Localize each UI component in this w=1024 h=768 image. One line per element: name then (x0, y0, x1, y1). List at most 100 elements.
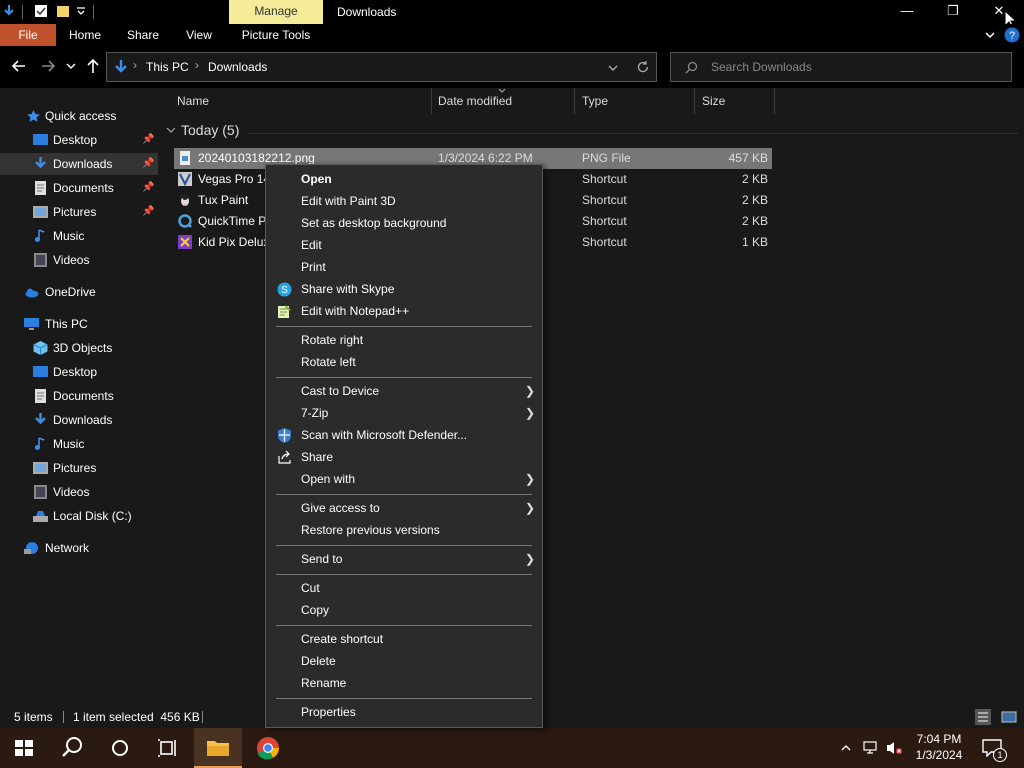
minimize-button[interactable]: — (884, 0, 930, 24)
nav-pc-music[interactable]: Music (0, 433, 158, 455)
nav-qa-music[interactable]: Music (0, 225, 158, 247)
column-header-type[interactable]: Type (582, 88, 695, 114)
properties-check-icon[interactable] (34, 4, 48, 18)
search-box[interactable]: Search Downloads (670, 52, 1012, 82)
nav-qa-downloads[interactable]: Downloads 📌 (0, 153, 158, 175)
menu-label: Rename (301, 676, 347, 690)
tab-share[interactable]: Share (118, 24, 168, 46)
file-size: 457 KB (728, 151, 768, 165)
tab-home[interactable]: Home (60, 24, 110, 46)
submenu-arrow-icon: ❯ (525, 406, 536, 420)
menu-item-copy[interactable]: Copy (267, 599, 541, 621)
nav-qa-pictures[interactable]: Pictures 📌 (0, 201, 158, 223)
customize-toolbar-icon[interactable] (74, 4, 88, 18)
pin-icon[interactable]: 📌 (142, 153, 154, 175)
nav-qa-videos[interactable]: Videos (0, 249, 158, 271)
address-bar[interactable]: › This PC › Downloads (106, 52, 657, 82)
menu-item-properties[interactable]: Properties (267, 701, 541, 723)
system-clock[interactable]: 7:04 PM 1/3/2024 (908, 731, 970, 763)
menu-item-delete[interactable]: Delete (267, 650, 541, 672)
refresh-icon[interactable] (636, 60, 650, 74)
tab-view[interactable]: View (176, 24, 222, 46)
menu-item-edit[interactable]: Edit (267, 234, 541, 256)
menu-item-edit-paint-3d[interactable]: Edit with Paint 3D (267, 190, 541, 212)
nav-onedrive[interactable]: OneDrive (0, 281, 158, 303)
group-header-today[interactable]: Today (5) (181, 122, 239, 138)
nav-pc-videos[interactable]: Videos (0, 481, 158, 503)
group-collapse-icon[interactable] (166, 127, 176, 135)
breadcrumb-this-pc[interactable]: This PC (146, 60, 189, 74)
file-explorer-taskbar-button[interactable] (194, 728, 242, 768)
restore-button[interactable]: ❐ (930, 0, 976, 24)
nav-pc-3d-objects[interactable]: 3D Objects (0, 337, 158, 359)
menu-item-cast-to-device[interactable]: Cast to Device ❯ (267, 380, 541, 402)
nav-pc-documents[interactable]: Documents (0, 385, 158, 407)
tab-picture-tools[interactable]: Picture Tools (229, 24, 323, 46)
menu-item-open-with[interactable]: Open with ❯ (267, 468, 541, 490)
tab-file[interactable]: File (0, 24, 56, 46)
nav-pc-desktop[interactable]: Desktop (0, 361, 158, 383)
nav-label: Pictures (53, 461, 97, 475)
nav-pc-pictures[interactable]: Pictures (0, 457, 158, 479)
menu-item-create-shortcut[interactable]: Create shortcut (267, 628, 541, 650)
manage-tab[interactable]: Manage (229, 0, 323, 24)
show-hidden-icons-chevron-icon[interactable] (840, 742, 852, 754)
ribbon-tabs: File Home Share View Picture Tools ? (0, 24, 1024, 46)
up-arrow-icon[interactable] (82, 55, 104, 77)
menu-item-share[interactable]: Share (267, 446, 541, 468)
pin-icon[interactable]: 📌 (142, 201, 154, 223)
file-type: Shortcut (582, 193, 627, 207)
pin-icon[interactable]: 📌 (142, 129, 154, 151)
large-icons-view-icon[interactable] (1001, 709, 1017, 725)
menu-item-give-access-to[interactable]: Give access to ❯ (267, 497, 541, 519)
nav-this-pc[interactable]: This PC (0, 313, 158, 335)
forward-arrow-icon[interactable] (37, 55, 59, 77)
menu-item-rotate-right[interactable]: Rotate right (267, 329, 541, 351)
menu-item-restore-previous-versions[interactable]: Restore previous versions (267, 519, 541, 541)
cortana-icon[interactable] (96, 728, 144, 768)
volume-muted-icon[interactable] (886, 740, 904, 756)
windows-start-icon[interactable] (0, 728, 48, 768)
nav-pc-downloads[interactable]: Downloads (0, 409, 158, 431)
pin-icon[interactable]: 📌 (142, 177, 154, 199)
menu-item-rotate-left[interactable]: Rotate left (267, 351, 541, 373)
nav-label: Documents (53, 389, 114, 403)
clock-time: 7:04 PM (916, 732, 962, 746)
task-view-icon[interactable] (144, 728, 192, 768)
menu-item-send-to[interactable]: Send to ❯ (267, 548, 541, 570)
network-tray-icon[interactable] (863, 740, 879, 756)
menu-item-7-zip[interactable]: 7-Zip ❯ (267, 402, 541, 424)
nav-qa-desktop[interactable]: Desktop 📌 (0, 129, 158, 151)
help-icon[interactable]: ? (1004, 27, 1020, 43)
sort-indicator-icon (498, 88, 506, 93)
column-header-date[interactable]: Date modified (438, 88, 575, 114)
column-header-name[interactable]: Name (177, 88, 432, 114)
address-dropdown-icon[interactable] (607, 62, 619, 74)
expand-ribbon-icon[interactable] (984, 29, 996, 41)
menu-item-rename[interactable]: Rename (267, 672, 541, 694)
menu-item-print[interactable]: Print (267, 256, 541, 278)
column-header-size[interactable]: Size (702, 88, 775, 114)
download-arrow-icon[interactable] (2, 4, 16, 18)
navigation-pane: Quick access Desktop 📌 Downloads 📌 Docum… (0, 88, 158, 706)
address-row: › This PC › Downloads Search Downloads (0, 46, 1024, 88)
nav-network[interactable]: Network (0, 537, 158, 559)
recent-locations-icon[interactable] (62, 55, 80, 77)
details-view-icon[interactable] (975, 709, 991, 725)
breadcrumb-downloads[interactable]: Downloads (208, 60, 267, 74)
menu-item-scan-defender[interactable]: Scan with Microsoft Defender... (267, 424, 541, 446)
new-folder-icon[interactable] (56, 4, 70, 18)
menu-item-open[interactable]: Open (267, 168, 541, 190)
menu-item-cut[interactable]: Cut (267, 577, 541, 599)
chrome-icon[interactable] (244, 728, 292, 768)
nav-quick-access[interactable]: Quick access (0, 105, 158, 127)
menu-item-set-desktop-background[interactable]: Set as desktop background (267, 212, 541, 234)
menu-item-edit-notepad-plus-plus[interactable]: Edit with Notepad++ (267, 300, 541, 322)
nav-qa-documents[interactable]: Documents 📌 (0, 177, 158, 199)
search-icon[interactable] (48, 728, 96, 768)
nav-pc-local-disk[interactable]: Local Disk (C:) (0, 505, 158, 527)
menu-item-share-skype[interactable]: S Share with Skype (267, 278, 541, 300)
back-arrow-icon[interactable] (8, 55, 30, 77)
3d-objects-icon (33, 341, 48, 355)
file-name: Kid Pix Delux (198, 235, 270, 249)
